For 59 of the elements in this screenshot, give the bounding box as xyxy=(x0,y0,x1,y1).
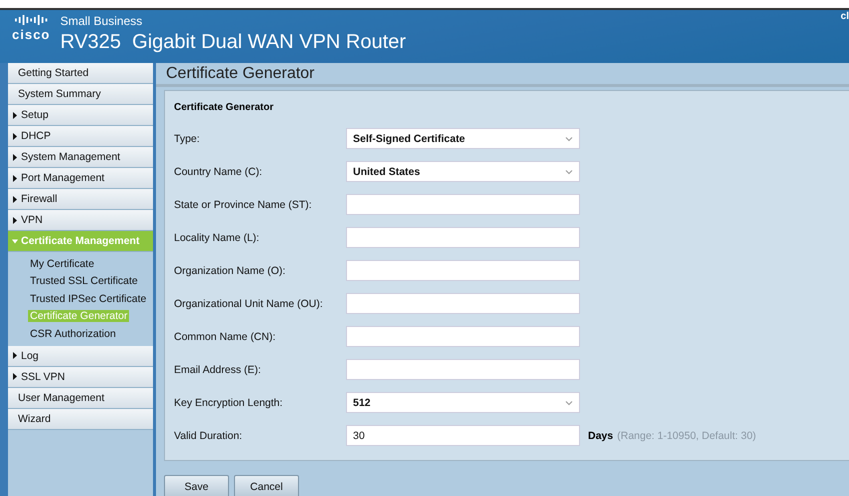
logo-bars-icon xyxy=(14,14,48,26)
chevron-down-icon xyxy=(565,136,573,142)
chevron-down-icon xyxy=(565,400,573,406)
unit-label: Days xyxy=(588,430,614,442)
caret-right-icon xyxy=(12,174,18,182)
chevron-down-icon xyxy=(565,168,573,174)
field-label: Key Encryption Length: xyxy=(174,396,284,408)
input-field[interactable] xyxy=(346,260,580,281)
field-label: Organization Name (O): xyxy=(174,264,286,276)
sidebar-item[interactable]: SSL VPN xyxy=(8,366,153,388)
dropdown[interactable]: Self-Signed Certificate xyxy=(346,128,580,149)
form-button[interactable]: Cancel xyxy=(234,475,299,496)
sidebar-subitem[interactable]: My Certificate xyxy=(28,258,96,270)
field-label: Common Name (CN): xyxy=(174,330,277,342)
sidebar-subitem[interactable]: Trusted SSL Certificate xyxy=(28,275,140,288)
sidebar-item[interactable]: Wizard xyxy=(8,408,153,430)
sidebar-item[interactable]: Log xyxy=(8,346,153,366)
sidebar-subitem[interactable]: Trusted IPSec Certificate xyxy=(28,292,148,305)
field-label: Email Address (E): xyxy=(174,364,262,376)
caret-right-icon xyxy=(12,154,18,160)
input-field[interactable] xyxy=(346,194,580,215)
sidebar-item[interactable]: System Management xyxy=(8,147,153,168)
sidebar-item[interactable]: Getting Started xyxy=(8,63,153,84)
brand-logo: cisco xyxy=(12,27,50,42)
input-field[interactable] xyxy=(346,293,580,314)
caret-right-icon xyxy=(12,352,18,359)
caret-right-icon xyxy=(12,196,18,202)
sidebar-item[interactable]: User Management xyxy=(8,388,153,408)
input-field[interactable] xyxy=(346,359,580,380)
input-field[interactable] xyxy=(346,227,580,248)
dropdown[interactable]: 512 xyxy=(346,392,580,413)
header-subtitle: Small Business xyxy=(60,14,144,28)
field-label: Locality Name (L): xyxy=(174,232,260,244)
sidebar-item[interactable]: VPN xyxy=(8,210,153,231)
sidebar-item[interactable]: System Summary xyxy=(8,84,153,105)
sidebar-item[interactable]: Port Management xyxy=(8,168,153,189)
header-corner-text: cl xyxy=(840,11,849,22)
sidebar-item[interactable]: Firewall xyxy=(8,189,153,210)
input-field[interactable] xyxy=(346,326,580,347)
field-label: Country Name (C): xyxy=(174,166,264,178)
range-hint: (Range: 1-10950, Default: 30) xyxy=(617,430,756,442)
caret-right-icon xyxy=(12,112,18,118)
caret-right-icon xyxy=(12,373,18,380)
caret-down-icon xyxy=(12,238,18,244)
header-title: RV325 Gigabit Dual WAN VPN Router xyxy=(60,31,406,54)
caret-right-icon xyxy=(12,216,18,224)
input-field[interactable]: 30 xyxy=(346,425,580,446)
form-heading: Certificate Generator xyxy=(174,102,274,113)
dropdown[interactable]: United States xyxy=(346,161,580,182)
caret-right-icon xyxy=(12,132,18,140)
sidebar-item[interactable]: Setup xyxy=(8,105,153,126)
field-label: Valid Duration: xyxy=(174,430,244,442)
sidebar-item[interactable]: DHCP xyxy=(8,126,153,147)
field-label: Organizational Unit Name (OU): xyxy=(174,298,324,310)
form-button[interactable]: Save xyxy=(164,475,229,496)
field-label: State or Province Name (ST): xyxy=(174,198,313,210)
sidebar-subitem[interactable]: CSR Authorization xyxy=(28,328,118,340)
page-title: Certificate Generator xyxy=(166,64,315,82)
field-label: Type: xyxy=(174,132,201,144)
